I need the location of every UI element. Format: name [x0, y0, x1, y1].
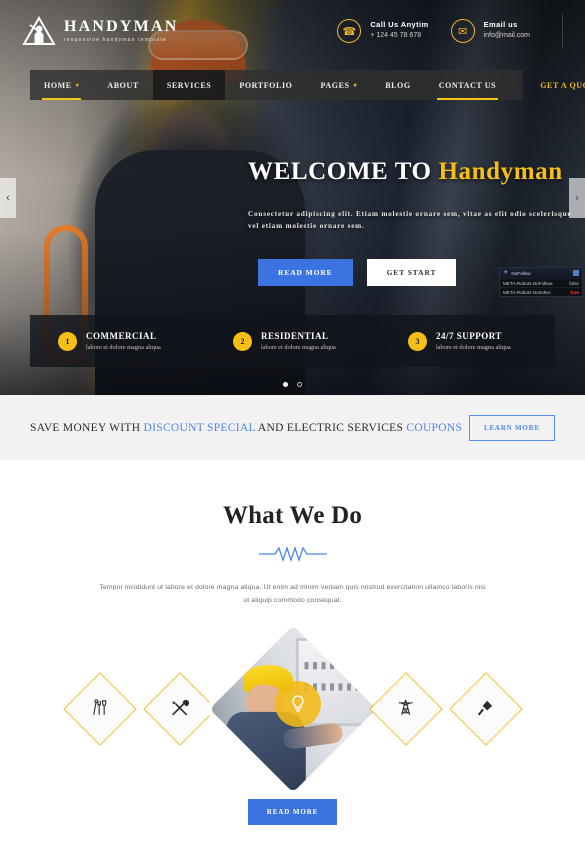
- contact-email-label: Email us: [483, 20, 518, 30]
- hero-title-accent: Handyman: [438, 158, 563, 185]
- nav-active-underline: [42, 97, 82, 100]
- nav-item-label: CONTACT US: [438, 80, 497, 90]
- hero-read-more-button[interactable]: READ MORE: [258, 258, 353, 286]
- hero-title-plain: WELCOME TO: [248, 158, 432, 185]
- chevron-down-icon: ▾: [75, 82, 80, 89]
- feature-subtitle: labore et dolore magna aliqua: [86, 344, 161, 351]
- feature-title: COMMERCIAL: [86, 331, 157, 341]
- header-divider: [562, 14, 563, 48]
- zigzag-wave-divider: [257, 545, 329, 563]
- globe-icon: ☀: [503, 270, 509, 276]
- feature-number-badge: 2: [233, 331, 252, 351]
- what-we-do-read-more-button[interactable]: READ MORE: [247, 799, 338, 826]
- seo-panel-header: ☀ NoFollow: [500, 268, 582, 278]
- nav-item-about[interactable]: ABOUT: [93, 70, 152, 100]
- seo-panel-toggle[interactable]: [573, 270, 579, 276]
- feature-item[interactable]: 2 RESIDENTIAL labore et dolore magna aliqu…: [205, 331, 380, 351]
- feature-subtitle: labore et dolore magna aliqua: [436, 344, 511, 351]
- seo-row-value: true: [570, 289, 579, 295]
- hero-slider: HANDYMAN responsive handyman template ☎ …: [0, 0, 585, 395]
- service-diamond-screwdriver[interactable]: [448, 672, 523, 746]
- main-navigation: HOME ▾ ABOUT SERVICES PORTFOLIO PAGES ▾ BLOG CON…: [30, 70, 585, 100]
- coupon-text-part1: SAVE MONEY WITH: [30, 421, 144, 434]
- coupons-link[interactable]: COUPONS: [406, 422, 462, 434]
- slider-next-arrow[interactable]: ›: [569, 178, 585, 218]
- phone-icon: ☎: [337, 19, 362, 43]
- contact-email-value: info@mail.com: [483, 32, 530, 40]
- coupon-text: SAVE MONEY WITH DISCOUNT SPECIAL AND ELE…: [30, 422, 462, 434]
- services-diamond-row: [0, 625, 585, 793]
- contact-phone[interactable]: ☎ Call Us Anytim + 124 45 78 678: [337, 19, 428, 43]
- seo-extension-panel[interactable]: ☀ NoFollow META-Robots NoFollow: false M…: [499, 267, 583, 297]
- contact-phone-value: + 124 45 78 678: [370, 32, 422, 40]
- service-diamond-power-tower[interactable]: [368, 672, 443, 746]
- coupon-text-part2: AND ELECTRIC SERVICES: [255, 421, 407, 434]
- contact-phone-label: Call Us Anytim: [370, 20, 429, 30]
- power-tower-icon: [396, 698, 416, 721]
- feature-title: RESIDENTIAL: [261, 331, 329, 341]
- nav-item-label: HOME: [44, 80, 72, 90]
- nav-item-label: ABOUT: [107, 80, 139, 90]
- seo-row-value: false: [569, 280, 579, 286]
- header-contacts: ☎ Call Us Anytim + 124 45 78 678 ✉ Email…: [337, 14, 563, 48]
- seo-row-label: META-Robots NoFollow:: [503, 280, 554, 286]
- chevron-down-icon: ▾: [353, 82, 358, 89]
- logo-tagline: responsive handyman template: [64, 36, 167, 43]
- hero-title: WELCOME TO Handyman: [248, 158, 578, 186]
- nav-item-home[interactable]: HOME ▾: [30, 70, 93, 100]
- feature-item[interactable]: 3 24/7 SUPPORT labore et dolore magna aliq…: [380, 331, 555, 351]
- nav-item-pages[interactable]: PAGES ▾: [306, 70, 371, 100]
- nav-item-portfolio[interactable]: PORTFOLIO: [225, 70, 306, 100]
- what-we-do-section: What We Do Tempor incididunt ut labore e…: [0, 460, 585, 845]
- service-diamond-tools[interactable]: [62, 672, 137, 746]
- page-title: What We Do: [222, 502, 363, 529]
- seo-row: META-Robots NoFollow: false: [500, 278, 582, 287]
- feature-number-badge: 3: [408, 331, 427, 351]
- feature-subtitle: labore et dolore magna aliqua: [261, 344, 336, 351]
- service-diamond-wrench-screwdriver[interactable]: [142, 672, 217, 746]
- discount-special-link[interactable]: DISCOUNT SPECIAL: [144, 422, 256, 434]
- nav-item-get-a-quotes[interactable]: GET A QUOTES: [526, 70, 585, 100]
- nav-item-services[interactable]: SERVICES: [152, 70, 226, 100]
- feature-title: 24/7 SUPPORT: [436, 331, 502, 341]
- logo-title: HANDYMAN: [64, 17, 179, 35]
- screwdriver-wrench-cross-icon: [170, 698, 190, 721]
- nav-item-label: PORTFOLIO: [239, 80, 293, 90]
- nav-item-label: PAGES: [320, 80, 350, 90]
- hero-subtitle: Consectetur adipiscing elit. Etiam moles…: [248, 209, 572, 231]
- lightbulb-icon: [274, 681, 321, 728]
- feature-strip: 1 COMMERCIAL labore et dolore magna aliqua…: [30, 315, 555, 367]
- what-we-do-button-wrap: READ MORE: [0, 799, 585, 845]
- slider-dots: [0, 382, 585, 387]
- nav-item-label: GET A QUOTES: [540, 80, 585, 90]
- nav-active-underline: [436, 97, 499, 100]
- site-logo[interactable]: HANDYMAN responsive handyman template: [22, 15, 179, 46]
- slider-dot-2[interactable]: [297, 382, 302, 387]
- feature-number-badge: 1: [58, 331, 77, 351]
- site-header: HANDYMAN responsive handyman template ☎ …: [0, 0, 585, 62]
- seo-panel-title: NoFollow: [511, 270, 531, 276]
- nav-item-label: SERVICES: [166, 80, 212, 90]
- screwdriver-icon: [476, 698, 496, 721]
- nav-item-blog[interactable]: BLOG: [371, 70, 425, 100]
- envelope-icon: ✉: [450, 19, 475, 43]
- slider-prev-arrow[interactable]: ‹: [0, 178, 16, 218]
- seo-row-label: META-Robots NoIndex:: [503, 289, 552, 295]
- nav-item-label: BLOG: [385, 80, 411, 90]
- electrician-photo[interactable]: [209, 625, 376, 793]
- nav-item-contact-us[interactable]: CONTACT US: [425, 70, 511, 100]
- contact-email[interactable]: ✉ Email us info@mail.com: [450, 19, 530, 43]
- tools-set-icon: [90, 698, 110, 721]
- hero-get-start-button[interactable]: GET START: [366, 258, 457, 286]
- handyman-triangle-logo-icon: [22, 15, 56, 46]
- slider-dot-1[interactable]: [283, 382, 288, 387]
- feature-item[interactable]: 1 COMMERCIAL labore et dolore magna aliqua: [30, 331, 205, 351]
- what-we-do-description: Tempor incididunt ut labore et dolore ma…: [99, 584, 486, 604]
- learn-more-button[interactable]: LEARN MORE: [468, 414, 555, 441]
- seo-row: META-Robots NoIndex: true: [500, 287, 582, 296]
- coupon-bar: SAVE MONEY WITH DISCOUNT SPECIAL AND ELE…: [0, 395, 585, 460]
